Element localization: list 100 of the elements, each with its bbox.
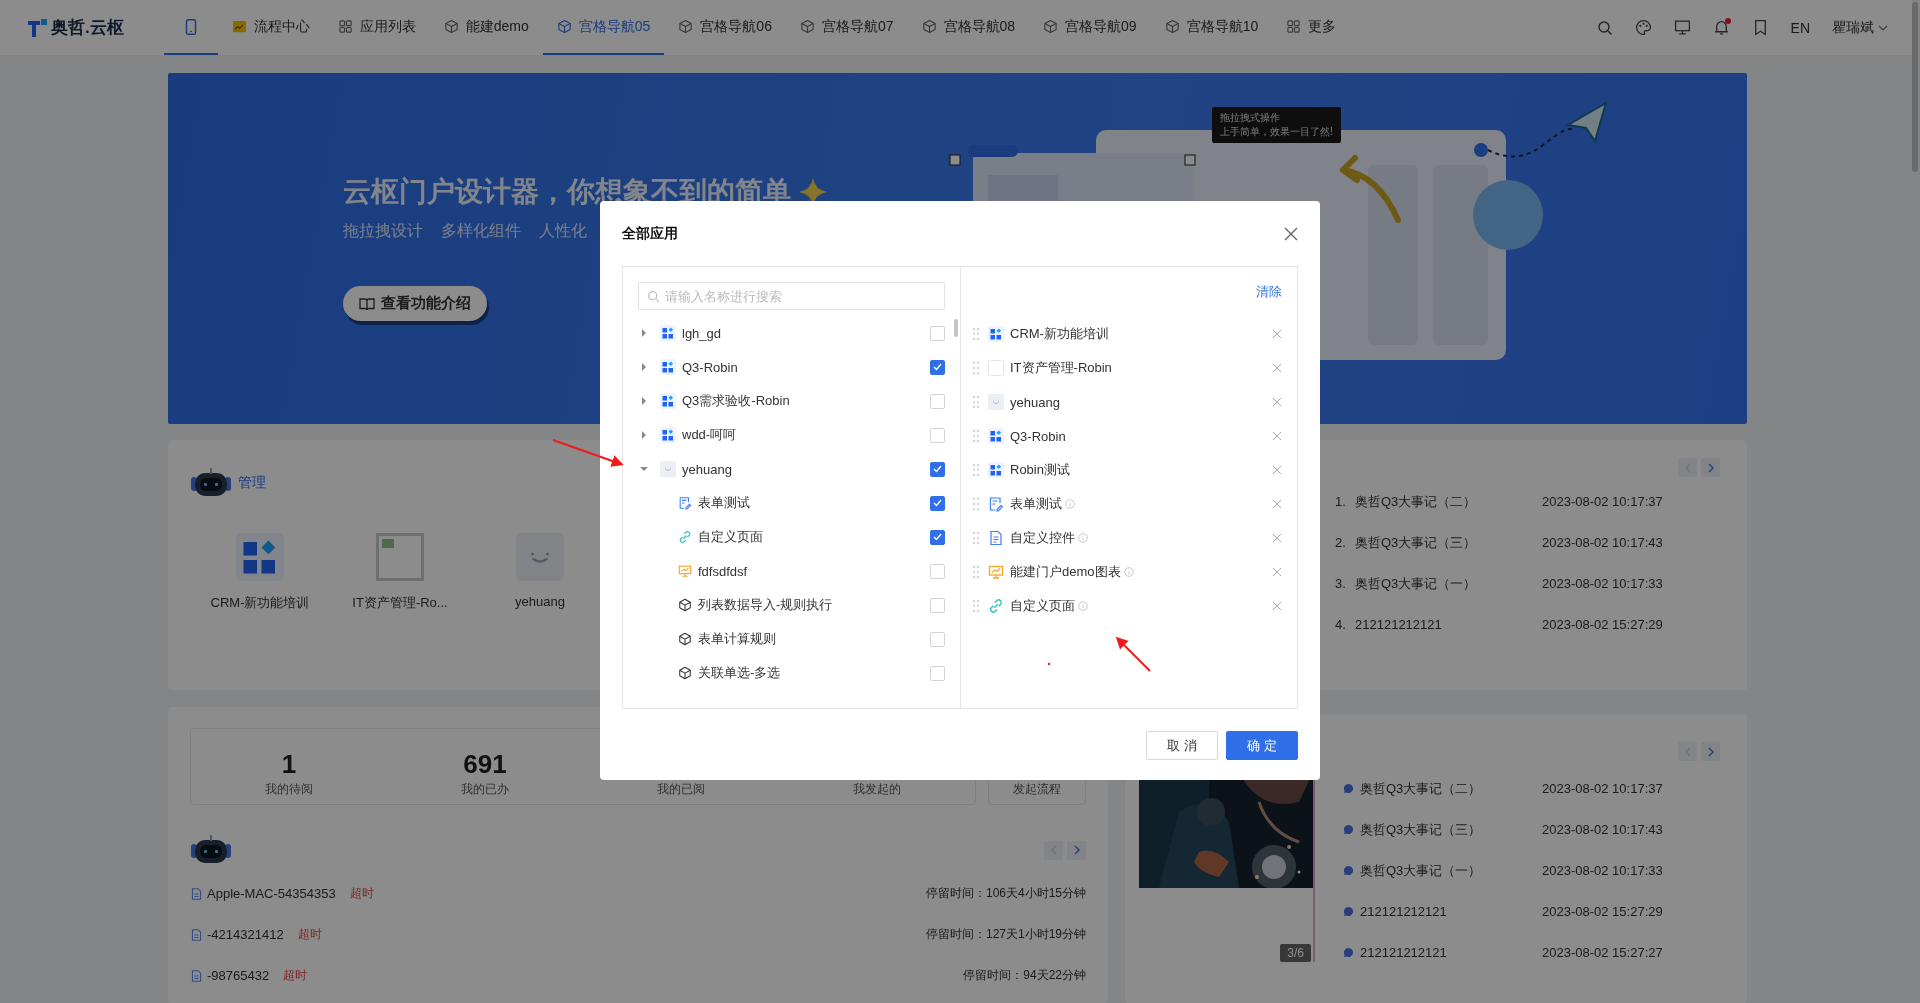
cube-icon — [678, 19, 694, 34]
caret-down-icon[interactable] — [640, 465, 648, 473]
remove-icon[interactable] — [1272, 601, 1282, 611]
info-icon[interactable] — [1078, 601, 1088, 611]
link-icon — [678, 530, 692, 544]
nav-tab[interactable]: 宫格导航08 — [907, 0, 1030, 55]
annotation-dot — [1047, 662, 1051, 666]
search-field[interactable]: 请输入名称进行搜索 — [638, 282, 945, 310]
drag-handle-icon[interactable] — [973, 566, 979, 578]
palette-icon[interactable] — [1634, 19, 1652, 36]
info-icon[interactable] — [1065, 499, 1075, 509]
cancel-button[interactable]: 取 消 — [1146, 731, 1218, 760]
bell-icon[interactable] — [1712, 19, 1730, 36]
drag-handle-icon[interactable] — [973, 532, 979, 544]
drag-handle-icon[interactable] — [973, 464, 979, 476]
selected-app-label: IT资产管理-Robin — [1010, 359, 1112, 377]
nav-tab[interactable]: 更多 — [1272, 0, 1351, 55]
document-icon — [190, 927, 203, 942]
tree-item-label[interactable]: wdd-呵呵 — [682, 426, 737, 444]
tree-item-label[interactable]: 自定义页面 — [698, 528, 763, 546]
feature-text: 拖拉拽设计 — [343, 221, 423, 241]
remove-icon[interactable] — [1272, 431, 1282, 441]
process-title[interactable]: -98765432 — [207, 968, 270, 983]
search-icon[interactable] — [1596, 19, 1613, 36]
news-title[interactable]: 奥哲Q3大事记（一） — [1360, 861, 1482, 880]
drag-handle-icon[interactable] — [973, 328, 979, 340]
checkbox[interactable] — [930, 359, 945, 375]
dialog-title: 全部应用 — [622, 225, 678, 243]
caret-right-icon[interactable] — [640, 397, 648, 405]
drag-handle-icon[interactable] — [973, 430, 979, 442]
drag-handle-icon[interactable] — [973, 396, 979, 408]
nav-tab[interactable]: 能建demo — [429, 0, 543, 55]
nav-tab[interactable]: 宫格导航07 — [785, 0, 908, 55]
process-title[interactable]: Apple-MAC-54354353 — [207, 886, 336, 901]
remove-icon[interactable] — [1272, 533, 1282, 543]
app-label[interactable]: CRM-新功能培训 — [210, 594, 310, 612]
next-page-button[interactable] — [1701, 458, 1720, 477]
tree-item-label[interactable]: Q3-Robin — [682, 359, 738, 375]
remove-icon[interactable] — [1272, 465, 1282, 475]
info-icon[interactable] — [1078, 533, 1088, 543]
tree-item-label[interactable]: yehuang — [682, 461, 732, 477]
nav-tab[interactable]: 宫格导航10 — [1150, 0, 1273, 55]
news-title[interactable]: 奥哲Q3大事记（二） — [1360, 779, 1482, 798]
nav-tab[interactable]: 应用列表 — [323, 0, 430, 55]
next-page-button[interactable] — [1067, 840, 1086, 860]
nav-tab[interactable]: 宫格导航05 — [542, 0, 665, 55]
nav-tab[interactable]: 宫格导航09 — [1029, 0, 1151, 55]
user-menu[interactable]: 瞿瑞斌 — [1832, 18, 1888, 37]
document-icon — [190, 968, 203, 983]
monitor-icon[interactable] — [1673, 19, 1691, 36]
close-icon[interactable] — [1284, 227, 1298, 241]
tree-item-label[interactable]: lgh_gd — [682, 325, 722, 341]
nav-tab[interactable]: 流程中心 — [217, 0, 324, 55]
caret-right-icon[interactable] — [640, 363, 648, 371]
chat-bubble-icon — [1343, 824, 1354, 835]
checkbox[interactable] — [930, 461, 945, 477]
checkbox[interactable] — [930, 495, 945, 511]
process-title[interactable]: -4214321412 — [207, 927, 284, 942]
nav-tab[interactable]: 宫格导航06 — [664, 0, 786, 55]
app-label[interactable]: yehuang — [515, 594, 565, 609]
stat-value: 691 — [463, 749, 507, 779]
chevron-right-icon — [1706, 462, 1715, 473]
language-button[interactable]: EN — [1790, 19, 1810, 36]
drag-handle-icon[interactable] — [973, 362, 979, 374]
tree-item-label[interactable]: 列表数据导入-规则执行 — [698, 596, 833, 614]
check-icon — [933, 465, 942, 473]
tree-item-label[interactable]: 表单测试 — [698, 494, 750, 512]
tree-item-label[interactable]: Q3需求验收-Robin — [682, 392, 790, 410]
link-icon — [988, 598, 1004, 614]
news-title[interactable]: 奥哲Q3大事记（三） — [1355, 533, 1477, 552]
remove-icon[interactable] — [1272, 329, 1282, 339]
app-label[interactable]: IT资产管理-Ro... — [352, 594, 448, 612]
news-title[interactable]: 212121212121 — [1360, 904, 1447, 919]
clear-link[interactable]: 清除 — [1256, 283, 1282, 301]
scrollbar[interactable] — [954, 319, 958, 337]
tree-item-label[interactable]: 关联单选-多选 — [698, 664, 781, 682]
remove-icon[interactable] — [1272, 363, 1282, 373]
scrollbar[interactable] — [1912, 2, 1918, 172]
drag-handle-icon[interactable] — [973, 498, 979, 510]
news-title[interactable]: 212121212121 — [1355, 617, 1442, 632]
drag-handle-icon[interactable] — [973, 600, 979, 612]
remove-icon[interactable] — [1272, 567, 1282, 577]
checkbox[interactable] — [930, 529, 945, 545]
ok-button[interactable]: 确 定 — [1226, 731, 1298, 760]
info-icon[interactable] — [1123, 567, 1134, 577]
tree-item-label[interactable]: 表单计算规则 — [698, 630, 776, 648]
chat-bubble-icon — [1343, 783, 1354, 794]
tooltip-text: 拖拉拽式操作 — [1220, 111, 1281, 125]
news-title[interactable]: 奥哲Q3大事记（一） — [1355, 574, 1477, 593]
news-title[interactable]: 212121212121 — [1360, 945, 1447, 960]
caret-right-icon[interactable] — [640, 329, 648, 337]
news-title[interactable]: 奥哲Q3大事记（二） — [1355, 492, 1477, 511]
news-title[interactable]: 奥哲Q3大事记（三） — [1360, 820, 1482, 839]
remove-icon[interactable] — [1272, 397, 1282, 407]
tiles-icon — [236, 533, 284, 581]
news-date: 2023-08-02 15:27:29 — [1542, 904, 1664, 919]
tree-item-label[interactable]: fdfsdfdsf — [698, 563, 748, 579]
remove-icon[interactable] — [1272, 499, 1282, 509]
next-page-button[interactable] — [1701, 742, 1720, 761]
stat-value: 1 — [281, 749, 297, 779]
